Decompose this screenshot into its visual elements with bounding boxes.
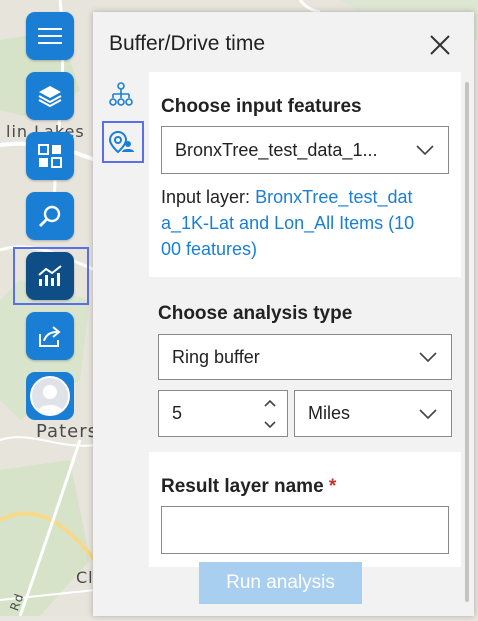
layers-button[interactable] bbox=[26, 72, 74, 120]
close-button[interactable] bbox=[425, 30, 455, 60]
input-features-card: Choose input features BronxTree_test_dat… bbox=[149, 72, 461, 277]
input-layer-link-part3[interactable]: 00 features) bbox=[161, 239, 257, 259]
analysis-button[interactable] bbox=[26, 252, 74, 300]
chart-icon bbox=[38, 265, 62, 286]
tab-workflow[interactable] bbox=[104, 78, 138, 112]
chevron-down-icon bbox=[419, 408, 437, 419]
input-layer-info: Input layer: BronxTree_test_dat a_1K-Lat… bbox=[161, 184, 459, 262]
account-button[interactable] bbox=[26, 372, 74, 420]
analysis-type-value: Ring buffer bbox=[172, 346, 260, 367]
panel-side-tabs bbox=[93, 72, 148, 612]
layers-icon bbox=[38, 86, 62, 107]
chevron-down-icon bbox=[419, 352, 437, 362]
buffer-drive-time-panel: Buffer/Drive time Choose input features … bbox=[93, 12, 474, 616]
input-layer-link-part1[interactable]: BronxTree_test_dat bbox=[255, 187, 412, 207]
search-button[interactable] bbox=[26, 192, 74, 240]
menu-button[interactable] bbox=[26, 12, 74, 60]
share-button[interactable] bbox=[26, 312, 74, 360]
distance-value: 5 bbox=[172, 403, 183, 423]
distance-unit-select[interactable]: Miles bbox=[294, 390, 452, 437]
analysis-type-title: Choose analysis type bbox=[158, 303, 353, 324]
map-label-paters: Paters bbox=[36, 421, 98, 442]
required-marker: * bbox=[328, 476, 337, 497]
run-analysis-button[interactable]: Run analysis bbox=[199, 562, 362, 604]
input-features-title: Choose input features bbox=[161, 96, 362, 117]
org-chart-icon bbox=[109, 82, 133, 106]
distance-stepper[interactable]: 5 bbox=[158, 390, 288, 437]
panel-title: Buffer/Drive time bbox=[109, 32, 265, 55]
distance-unit-value: Miles bbox=[308, 403, 351, 423]
input-layer-link-part2[interactable]: a_1K-Lat and Lon_All Items (10 bbox=[161, 213, 414, 233]
input-features-value: BronxTree_test_data_1... bbox=[175, 139, 378, 160]
result-layer-card: Result layer name * bbox=[149, 452, 461, 567]
result-layer-title: Result layer name * bbox=[161, 476, 336, 498]
grid-icon bbox=[38, 144, 62, 168]
map-label-cl: Cl bbox=[76, 568, 94, 587]
avatar-silhouette-icon bbox=[36, 385, 64, 414]
close-icon bbox=[430, 35, 450, 55]
panel-scrollbar[interactable] bbox=[465, 82, 469, 602]
tab-buffer[interactable] bbox=[104, 125, 138, 159]
basemap-button[interactable] bbox=[26, 132, 74, 180]
analysis-type-card: Choose analysis type Ring buffer 5 Miles bbox=[149, 283, 461, 448]
input-layer-label: Input layer: bbox=[161, 187, 256, 207]
input-features-select[interactable]: BronxTree_test_data_1... bbox=[161, 126, 449, 174]
avatar-icon bbox=[30, 376, 70, 416]
result-layer-label: Result layer name bbox=[161, 476, 324, 497]
panel-header: Buffer/Drive time bbox=[93, 12, 474, 72]
hamburger-icon bbox=[38, 28, 62, 44]
analysis-type-select[interactable]: Ring buffer bbox=[158, 334, 452, 380]
stepper-arrows-icon[interactable] bbox=[263, 397, 277, 431]
share-icon bbox=[39, 326, 61, 347]
chevron-down-icon bbox=[416, 145, 434, 155]
search-icon bbox=[39, 205, 61, 227]
location-user-icon bbox=[108, 130, 134, 154]
result-layer-name-input[interactable] bbox=[161, 506, 449, 554]
